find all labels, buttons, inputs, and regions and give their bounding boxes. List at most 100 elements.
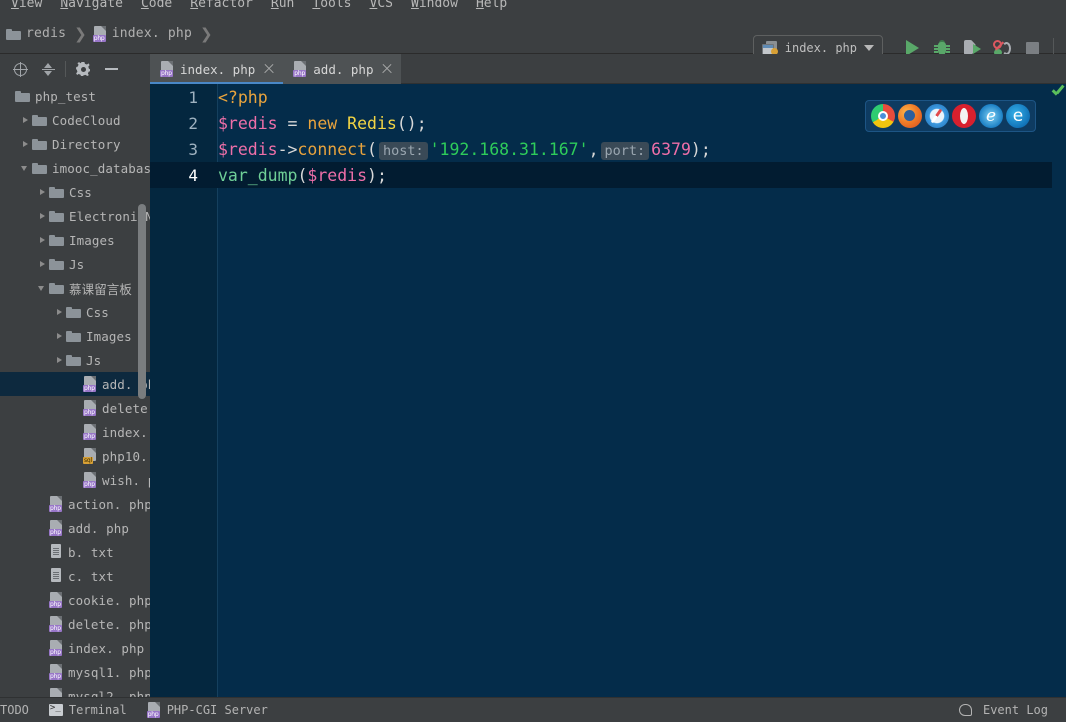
tree-node[interactable]: CodeCloud [0, 108, 150, 132]
event-log-button[interactable]: Event Log [949, 698, 1058, 722]
project-tree[interactable]: php_test CodeCloud Directory imooc_database… [0, 84, 150, 697]
menu-item-help[interactable]: Help [467, 0, 516, 11]
tree-node[interactable]: Css [0, 300, 150, 324]
safari-icon[interactable] [925, 104, 949, 128]
chevron-right-icon[interactable] [19, 114, 32, 127]
text-file-icon [49, 568, 63, 584]
tree-node-label: Images [69, 232, 115, 248]
tree-node[interactable]: php mysql1. php [0, 660, 150, 684]
code-editor[interactable]: 1 <?php 2 $redis = new Redis(); 3 $redis->con… [150, 84, 1066, 697]
chrome-icon[interactable] [871, 104, 895, 128]
menu-item-refactor[interactable]: Refactor [181, 0, 262, 11]
ie-icon[interactable]: e [979, 104, 1003, 128]
tree-node-label: Css [69, 184, 92, 200]
tree-node[interactable]: c. txt [0, 564, 150, 588]
firefox-icon[interactable] [898, 104, 922, 128]
code-token: '192.168.31.167' [429, 139, 589, 159]
chevron-down-icon[interactable] [864, 45, 874, 51]
menu-item-tools[interactable]: Tools [303, 0, 360, 11]
code-token: ( [367, 139, 377, 159]
tree-node[interactable]: php index. ph [0, 420, 150, 444]
tree-node[interactable]: Css [0, 180, 150, 204]
code-line[interactable]: 4 var_dump($redis); [150, 162, 1066, 188]
tree-node[interactable]: ElectronicN [0, 204, 150, 228]
menu-item-run[interactable]: Run [262, 0, 303, 11]
tree-node[interactable]: php cookie. php [0, 588, 150, 612]
tree-node-icon [49, 234, 64, 246]
chevron-right-icon[interactable] [36, 258, 49, 271]
terminal-label: Terminal [68, 703, 127, 717]
hide-button[interactable] [97, 56, 125, 82]
tree-node[interactable]: Images [0, 228, 150, 252]
locate-file-button[interactable] [6, 56, 34, 82]
tree-node[interactable]: php index. php [0, 636, 150, 660]
terminal-tool-window-button[interactable]: Terminal [39, 698, 137, 722]
chevron-down-icon[interactable] [19, 162, 32, 175]
settings-button[interactable] [69, 56, 97, 82]
chevron-right-icon[interactable] [53, 330, 66, 343]
chevron-right-icon[interactable] [53, 354, 66, 367]
tree-node-icon: php [49, 520, 63, 536]
folder-icon [32, 114, 47, 126]
code-lines[interactable]: 1 <?php 2 $redis = new Redis(); 3 $redis->con… [150, 84, 1066, 697]
tree-node-icon: php [83, 376, 97, 392]
todo-tool-window-button[interactable]: TODO [0, 698, 39, 722]
tree-node[interactable]: Directory [0, 132, 150, 156]
tree-node[interactable]: php mysql2. php [0, 684, 150, 697]
tree-node[interactable]: php delete. php [0, 612, 150, 636]
tree-node[interactable]: php action. php [0, 492, 150, 516]
browser-launch-popup[interactable]: e e [865, 100, 1036, 132]
tree-node[interactable]: 慕课留言板 [0, 276, 150, 300]
tree-node[interactable]: phpadd. php [0, 372, 150, 396]
tree-node[interactable]: b. txt [0, 540, 150, 564]
code-token: ); [690, 139, 711, 159]
tree-node[interactable]: Images [0, 324, 150, 348]
chevron-right-icon[interactable] [36, 234, 49, 247]
menu-item-navigate[interactable]: Navigate [51, 0, 132, 11]
menu-item-view[interactable]: View [2, 0, 51, 11]
breadcrumb-separator-icon: ❯ [74, 24, 87, 43]
tree-node[interactable]: imooc_database [0, 156, 150, 180]
tree-node[interactable]: sql php10. sq [0, 444, 150, 468]
close-icon[interactable] [263, 63, 275, 75]
tree-node-label: delete. p [102, 400, 150, 416]
chevron-right-icon[interactable] [19, 138, 32, 151]
tree-node-label: b. txt [68, 544, 114, 560]
tree-node[interactable]: phpadd. php [0, 516, 150, 540]
chevron-right-icon[interactable] [36, 186, 49, 199]
edge-icon[interactable]: e [1006, 104, 1030, 128]
breadcrumb-item-0[interactable]: redis [6, 26, 66, 41]
editor-tab-add-php[interactable]: php add. php [283, 54, 402, 84]
opera-icon[interactable] [952, 104, 976, 128]
error-stripe-gutter[interactable] [1052, 84, 1066, 697]
chevron-right-icon[interactable] [36, 210, 49, 223]
php-file-icon: php [160, 61, 174, 77]
project-tree-vertical-scrollbar[interactable] [138, 204, 146, 399]
menu-item-code[interactable]: Code [132, 0, 181, 11]
tree-node[interactable]: Js [0, 252, 150, 276]
locate-icon [12, 61, 28, 77]
tree-node-icon: php [49, 664, 63, 680]
breadcrumb-item-1[interactable]: php index. php [92, 25, 192, 42]
menu-item-vcs[interactable]: VCS [361, 0, 402, 11]
editor-tab-index-php[interactable]: php index. php [150, 54, 284, 84]
minus-icon [104, 68, 118, 70]
close-icon[interactable] [381, 63, 393, 75]
tree-node[interactable]: php wish. php [0, 468, 150, 492]
tree-node[interactable]: php_test [0, 84, 150, 108]
phpcgi-server-button[interactable]: php PHP-CGI Server [137, 698, 278, 722]
collapse-all-button[interactable] [34, 56, 62, 82]
php-file-icon: php [49, 688, 63, 697]
tree-node[interactable]: php delete. p [0, 396, 150, 420]
sql-file-icon: sql [83, 448, 97, 464]
menu-item-window[interactable]: Window [402, 0, 467, 11]
chevron-right-icon[interactable] [53, 306, 66, 319]
tree-node[interactable]: Js [0, 348, 150, 372]
tree-node-label: CodeCloud [52, 112, 121, 128]
tree-node-icon [66, 306, 81, 318]
code-line[interactable]: 3 $redis->connect(host: '192.168.31.167', p… [150, 136, 1066, 162]
chevron-down-icon[interactable] [36, 282, 49, 295]
